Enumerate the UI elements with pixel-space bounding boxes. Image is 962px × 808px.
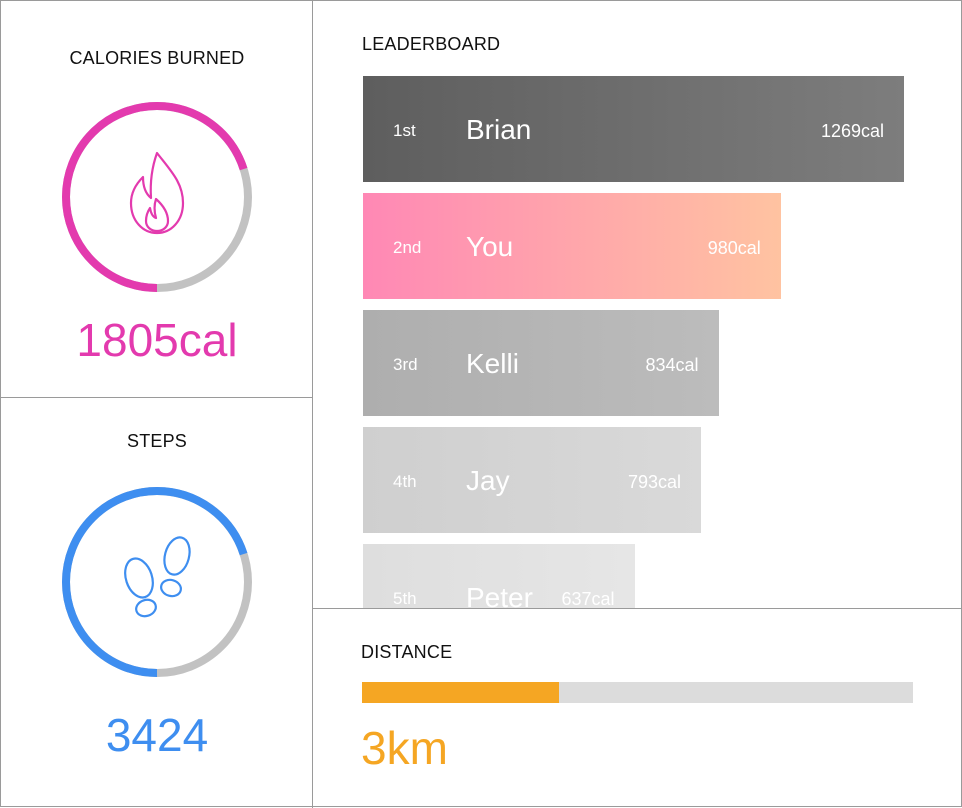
- steps-value: 3424: [105, 709, 209, 761]
- leaderboard-row[interactable]: 2nd You 980cal: [363, 193, 781, 299]
- calories-panel: CALORIES BURNED 1805cal: [1, 1, 313, 398]
- steps-panel: STEPS 3424: [1, 398, 313, 808]
- leaderboard-rank: 2nd: [393, 238, 422, 257]
- distance-title: DISTANCE: [361, 642, 453, 662]
- steps-title: STEPS: [126, 431, 188, 451]
- leaderboard-row[interactable]: 3rd Kelli 834cal: [363, 310, 719, 416]
- distance-value: 3km: [361, 722, 448, 774]
- leaderboard-calories: 980cal: [707, 238, 761, 258]
- leaderboard-rank: 4th: [393, 472, 417, 491]
- leaderboard-name: Peter: [466, 582, 533, 608]
- leaderboard-rank: 1st: [393, 121, 416, 140]
- leaderboard-name: You: [466, 231, 514, 262]
- leaderboard-name: Jay: [466, 465, 510, 496]
- steps-ring: [62, 487, 252, 677]
- flame-icon: [129, 151, 185, 235]
- leaderboard-title: LEADERBOARD: [362, 34, 501, 54]
- leaderboard-panel: LEADERBOARD 1st Brian 1269cal 2nd You 98…: [313, 1, 962, 608]
- distance-progress-fill: [362, 682, 559, 703]
- footprints-icon: [124, 536, 191, 618]
- leaderboard-rank: 5th: [393, 589, 417, 608]
- distance-progress-track: [362, 682, 913, 703]
- leaderboard-row[interactable]: 4th Jay 793cal: [363, 427, 702, 533]
- calories-value: 1805cal: [76, 314, 238, 366]
- leaderboard-rank: 3rd: [393, 355, 418, 374]
- leaderboard-calories: 793cal: [628, 472, 682, 492]
- leaderboard-calories: 1269cal: [820, 121, 884, 141]
- leaderboard-name: Kelli: [466, 348, 519, 379]
- leaderboard-row[interactable]: 1st Brian 1269cal: [363, 76, 904, 182]
- leaderboard-calories: 834cal: [645, 355, 699, 375]
- calories-ring: [62, 102, 252, 292]
- calories-title: CALORIES BURNED: [69, 48, 245, 68]
- leaderboard-list[interactable]: 1st Brian 1269cal 2nd You 980cal 3rd Kel…: [363, 76, 923, 608]
- dashboard: CALORIES BURNED 1805cal STEPS 3424 LEADE…: [0, 0, 962, 808]
- leaderboard-row[interactable]: 5th Peter 637cal: [363, 544, 635, 608]
- distance-panel: DISTANCE 3km: [313, 608, 962, 808]
- leaderboard-name: Brian: [466, 114, 532, 145]
- leaderboard-calories: 637cal: [561, 589, 615, 608]
